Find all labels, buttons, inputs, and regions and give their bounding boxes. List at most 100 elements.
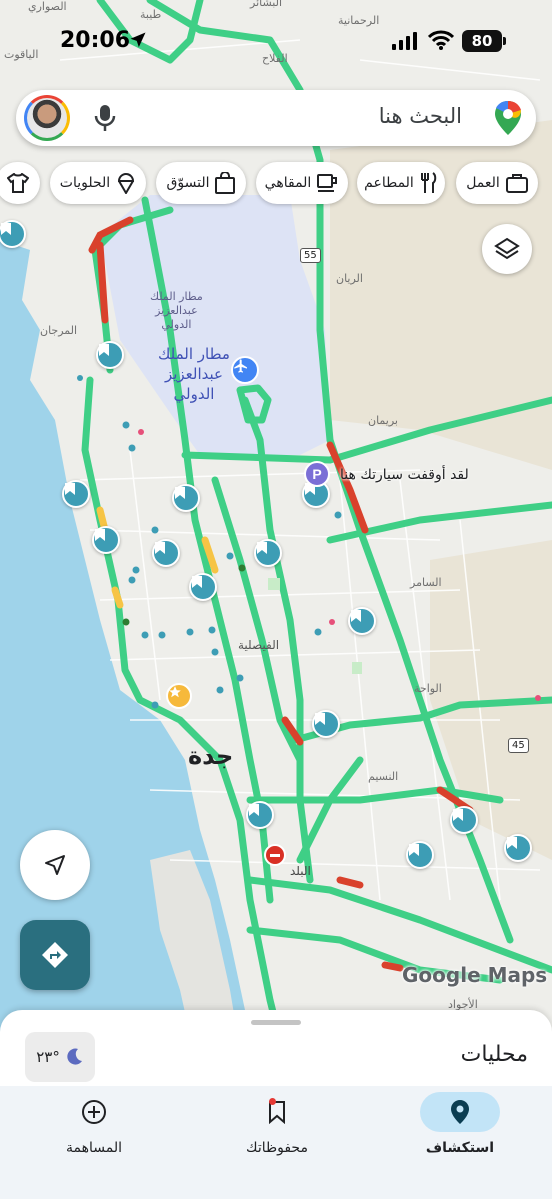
nav-saved[interactable]: محفوظاتك — [207, 1092, 347, 1156]
nav-contribute-pill — [54, 1092, 134, 1132]
nav-explore[interactable]: استكشاف — [390, 1092, 530, 1156]
district-label-faisaliya: الفيصلية — [238, 638, 280, 652]
chip-desserts[interactable]: الحلويات — [50, 162, 146, 204]
saved-place-pin[interactable] — [172, 484, 200, 512]
saved-place-pin[interactable] — [62, 480, 90, 508]
bookmark-icon — [409, 844, 419, 856]
shirt-icon — [7, 173, 29, 193]
bookmark-icon — [65, 483, 75, 495]
nav-saved-pill — [237, 1092, 317, 1132]
nav-label: محفوظاتك — [246, 1140, 308, 1156]
chip-restaurants[interactable]: المطاعم — [357, 162, 445, 204]
poi-dot-green-2 — [122, 618, 130, 626]
bookmark-icon — [507, 837, 517, 849]
city-label: جدة — [188, 742, 234, 770]
bookmark-icon — [95, 529, 105, 541]
saved-place-pin[interactable] — [504, 834, 532, 862]
saved-place-pin[interactable] — [348, 607, 376, 635]
saved-place-pin[interactable] — [152, 539, 180, 567]
bookmark-icon — [175, 487, 185, 499]
chip-work[interactable]: العمل — [456, 162, 538, 204]
nav-label: استكشاف — [425, 1140, 495, 1156]
saved-place-pin[interactable] — [254, 539, 282, 567]
airport-label-small-line: الدولي — [161, 318, 192, 331]
chip-label: العمل — [466, 175, 500, 191]
poi-dot-green — [238, 564, 246, 572]
search-bar[interactable]: البحث هنا — [16, 90, 536, 146]
sheet-title: محليات — [460, 1042, 528, 1067]
district-label-balad: البلد — [290, 864, 311, 878]
saved-place-pin[interactable] — [92, 526, 120, 554]
layers-icon — [494, 237, 520, 260]
search-input[interactable]: البحث هنا — [379, 104, 462, 128]
my-location-button[interactable] — [20, 830, 90, 900]
district-label-murjan: المرجان — [40, 324, 78, 337]
saved-place-pin[interactable] — [96, 341, 124, 369]
bottom-sheet[interactable]: ٢٣° محليات — [0, 1010, 552, 1090]
battery-indicator: 80 — [462, 30, 502, 52]
category-chips: العمل المطاعم المقاهي التسوّق الحلويات — [0, 162, 552, 206]
location-arrow-icon — [130, 32, 146, 48]
signal-bar — [413, 32, 417, 50]
chip-label: المقاهي — [264, 175, 312, 191]
airport-label-small-line: عبدالعزيز — [155, 304, 198, 317]
weather-chip[interactable]: ٢٣° — [25, 1032, 95, 1082]
airport-marker[interactable] — [231, 356, 259, 384]
weather-temperature: ٢٣° — [36, 1048, 60, 1066]
chip-label: المطاعم — [364, 175, 414, 191]
poi-dot-pink-2 — [329, 619, 335, 625]
status-bar: 20:06 80 — [0, 22, 552, 62]
location-pin-icon — [451, 1100, 469, 1124]
signal-bar — [392, 44, 396, 50]
parking-icon[interactable]: P — [304, 461, 330, 487]
saved-place-pin[interactable] — [189, 573, 217, 601]
layers-button[interactable] — [482, 224, 532, 274]
bookmark-icon — [249, 804, 259, 816]
airport-label-small-line: مطار الملك — [150, 290, 203, 303]
district-label-naseem: النسيم — [368, 770, 399, 783]
bottom-navigation: استكشاف محفوظاتك المساهمة — [0, 1086, 552, 1199]
briefcase-icon — [505, 174, 528, 193]
district-label-breiman: بريمان — [368, 414, 398, 427]
starred-place-marker[interactable] — [166, 683, 192, 709]
nav-contribute[interactable]: المساهمة — [24, 1092, 164, 1156]
saved-place-pin[interactable] — [246, 801, 274, 829]
chip-cafes[interactable]: المقاهي — [256, 162, 348, 204]
coffee-icon — [317, 174, 338, 192]
cellular-signal-icon — [392, 32, 417, 50]
chip-shopping[interactable]: التسوّق — [156, 162, 246, 204]
road-closure-icon[interactable] — [264, 844, 286, 866]
status-time: 20:06 — [60, 28, 131, 53]
bookmark-icon — [99, 344, 109, 356]
parked-car-label[interactable]: لقد أوقفت سيارتك هنا — [340, 467, 469, 483]
bookmark-icon — [315, 713, 325, 725]
park-area — [268, 578, 280, 590]
nav-explore-pill — [420, 1092, 500, 1132]
poi-dot-pink-3 — [535, 695, 541, 701]
bookmark-icon — [192, 576, 202, 588]
nav-label: المساهمة — [66, 1140, 122, 1156]
district-label-rayyan: الريان — [336, 272, 363, 285]
star-icon — [169, 686, 181, 698]
sheet-handle[interactable] — [251, 1020, 301, 1025]
shopping-bag-icon — [215, 172, 236, 194]
chip-clothing[interactable] — [0, 162, 40, 204]
directions-button[interactable] — [20, 920, 90, 990]
avatar[interactable] — [24, 95, 70, 141]
mic-icon[interactable] — [94, 104, 116, 132]
ice-cream-icon — [118, 173, 135, 194]
saved-place-pin[interactable] — [312, 710, 340, 738]
google-maps-pin-icon — [495, 101, 521, 135]
bookmark-icon — [257, 542, 267, 554]
district-label-tayba: طيبة — [140, 8, 162, 21]
airport-label-main-line: عبدالعزيز — [164, 365, 223, 383]
saved-place-pin[interactable] — [406, 841, 434, 869]
airport-area — [100, 195, 330, 455]
saved-place-pin[interactable] — [450, 806, 478, 834]
airport-label-small: مطار الملك عبدالعزيز الدولي — [150, 290, 203, 332]
bookmark-icon — [351, 610, 361, 622]
battery-tip — [503, 37, 506, 45]
airport-label-main-line: مطار الملك — [158, 345, 230, 363]
district-label-waha: الواحة — [414, 682, 442, 695]
highway-shield-45: 45 — [508, 738, 529, 753]
